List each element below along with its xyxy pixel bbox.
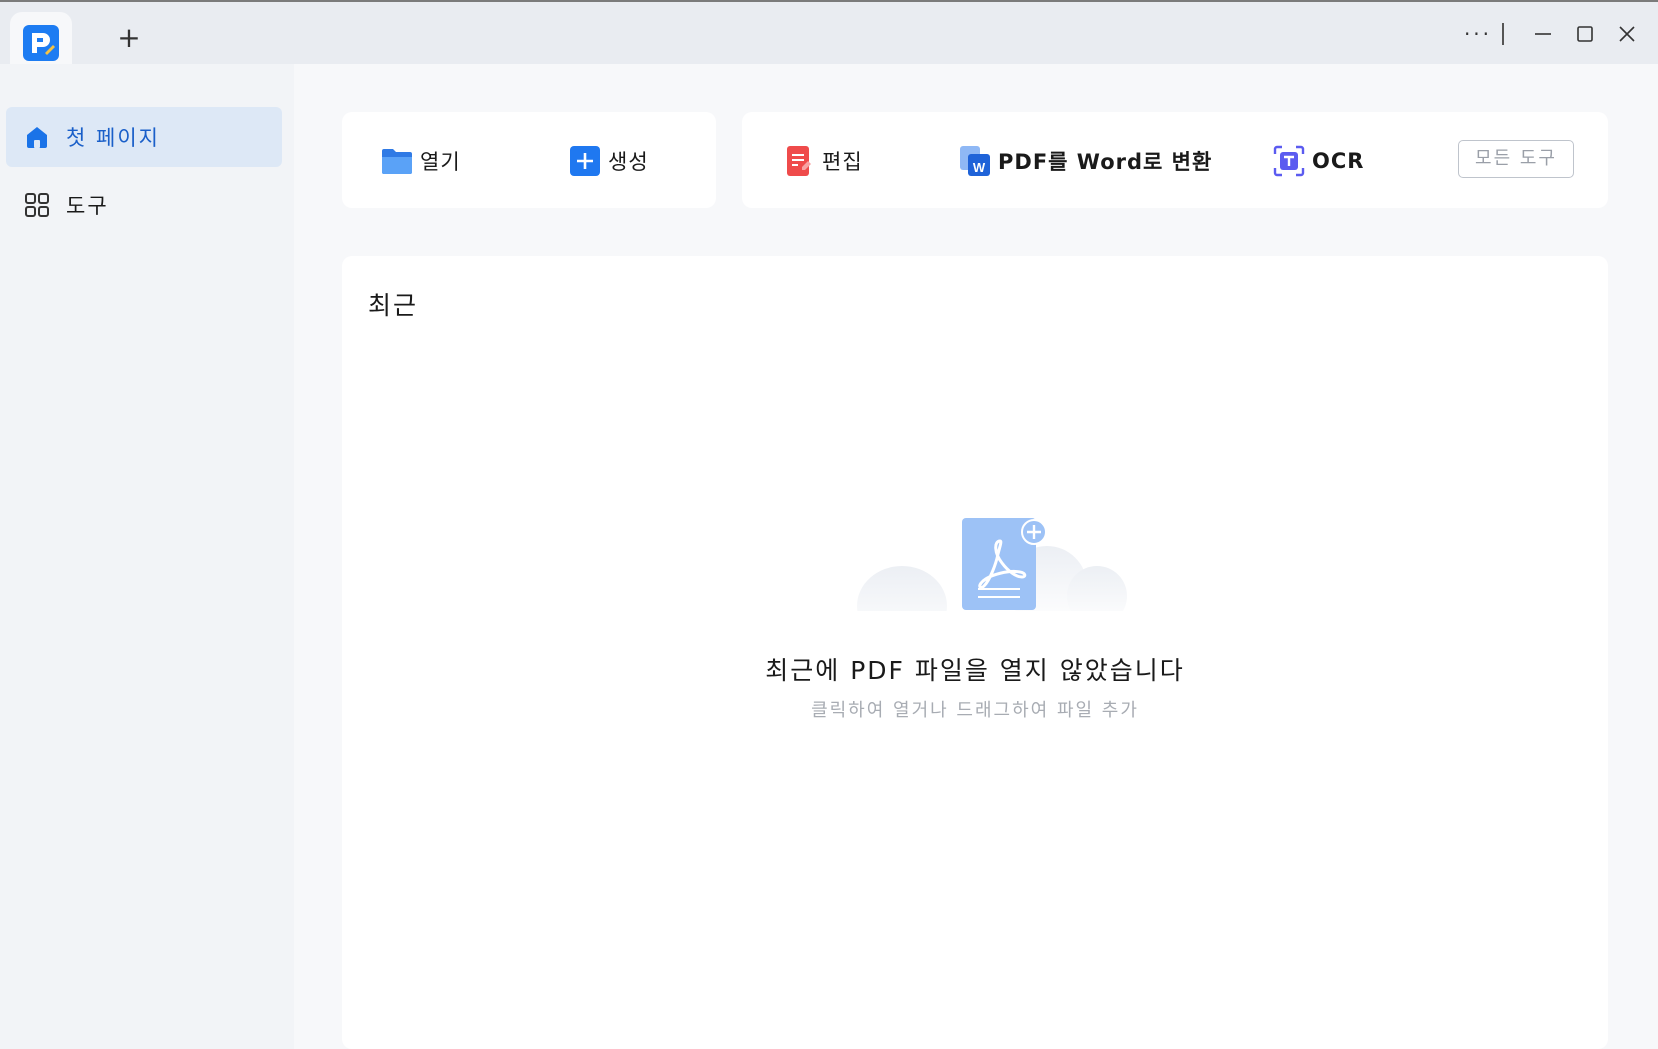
grid-icon <box>22 190 52 220</box>
ocr-icon <box>1272 144 1306 178</box>
minimize-icon <box>1535 33 1551 35</box>
edit-label: 편집 <box>822 150 863 174</box>
title-bar: + ··· <box>0 0 1658 66</box>
close-icon <box>1619 26 1635 42</box>
home-icon <box>22 122 52 152</box>
sidebar-item-home[interactable]: 첫 페이지 <box>6 107 282 167</box>
window-controls: ··· <box>1458 16 1658 52</box>
folder-icon <box>380 144 414 178</box>
more-options-button[interactable]: ··· <box>1458 19 1498 49</box>
pdf-to-word-label: PDF를 Word로 변환 <box>998 150 1213 174</box>
app-logo-icon <box>23 25 59 61</box>
sidebar: 첫 페이지 도구 <box>0 64 294 1049</box>
edit-doc-icon <box>782 144 816 178</box>
recent-files-panel[interactable]: 최근 최근에 PDF 파일을 열지 않았습니다 클릭하여 열거나 드래그하여 파… <box>342 256 1608 1049</box>
empty-state-subtitle[interactable]: 클릭하여 열거나 드래그하여 파일 추가 <box>342 696 1608 722</box>
edit-button[interactable]: 편집 <box>782 144 863 178</box>
minimize-button[interactable] <box>1522 17 1564 51</box>
home-tab[interactable] <box>10 12 72 66</box>
open-button[interactable]: 열기 <box>380 144 461 178</box>
main-area: 열기 생성 편집 W PDF를 Word로 변환 OCR 최근 최근에 PDF … <box>294 64 1658 1049</box>
all-tools-button[interactable]: 모든 도구 <box>1458 140 1574 178</box>
sidebar-item-tools[interactable]: 도구 <box>6 175 282 235</box>
ocr-label: OCR <box>1312 149 1365 173</box>
empty-state-title: 최근에 PDF 파일을 열지 않았습니다 <box>765 656 1185 685</box>
ocr-button[interactable]: OCR <box>1272 144 1364 178</box>
plus-square-icon <box>568 144 602 178</box>
svg-text:W: W <box>973 160 986 175</box>
close-button[interactable] <box>1606 17 1648 51</box>
maximize-button[interactable] <box>1564 17 1606 51</box>
new-tab-button[interactable]: + <box>114 24 144 54</box>
maximize-icon <box>1577 26 1593 42</box>
app-window: + ··· 첫 페이지 도구 열기 생성 편집 W PDF를 Word로 변환 … <box>0 0 1658 1049</box>
open-label: 열기 <box>420 150 461 174</box>
title-separator <box>1502 23 1504 45</box>
word-convert-icon: W <box>958 144 992 178</box>
sidebar-item-label: 도구 <box>66 194 109 218</box>
pdf-to-word-button[interactable]: W PDF를 Word로 변환 <box>958 144 1212 178</box>
recent-title: 최근 <box>368 291 419 320</box>
sidebar-item-label: 첫 페이지 <box>66 126 160 150</box>
create-label: 생성 <box>608 150 649 174</box>
create-button[interactable]: 생성 <box>568 144 649 178</box>
empty-pdf-illustration-icon[interactable] <box>852 516 1142 636</box>
quick-actions-card-file: 열기 생성 <box>342 112 716 208</box>
